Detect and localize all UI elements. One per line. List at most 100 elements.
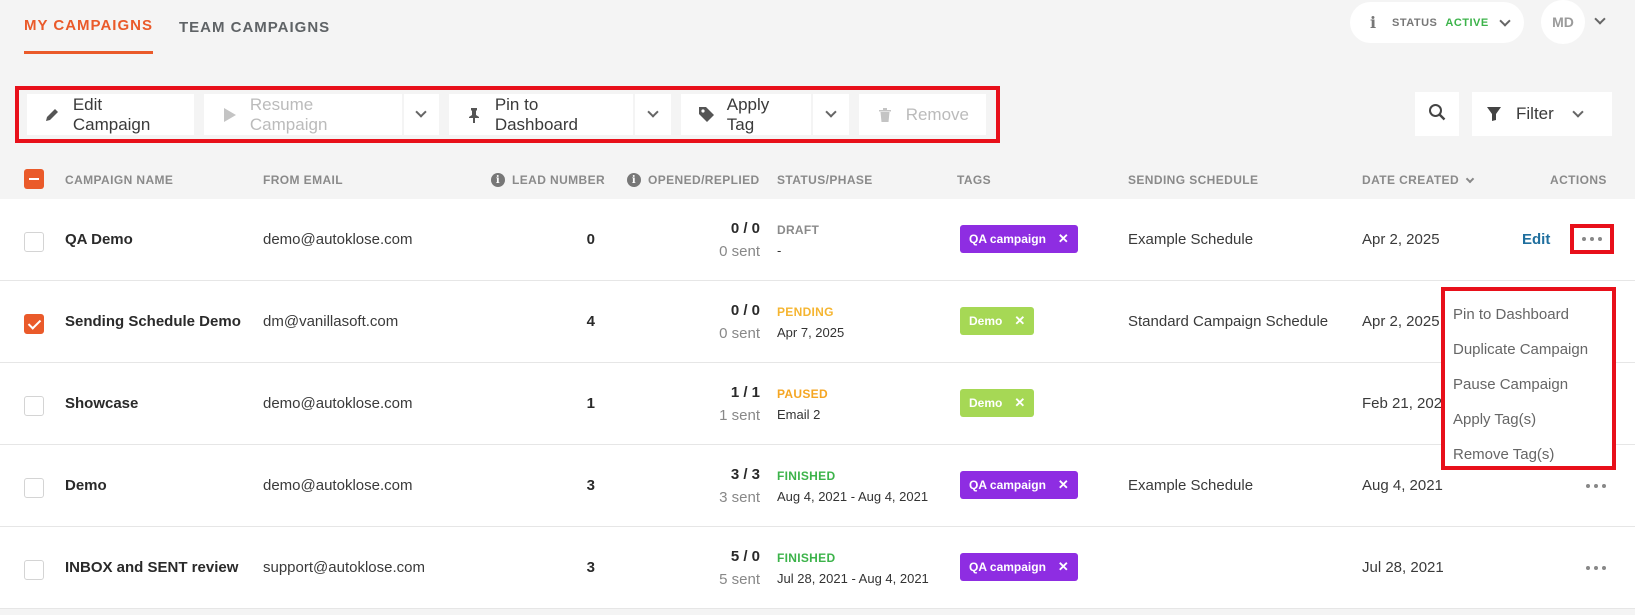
trash-icon bbox=[876, 107, 894, 123]
edit-link[interactable]: Edit bbox=[1522, 231, 1550, 248]
apply-tag-dropdown[interactable] bbox=[813, 94, 849, 135]
close-icon[interactable]: ✕ bbox=[1014, 313, 1025, 329]
campaign-name[interactable]: INBOX and SENT review bbox=[65, 559, 238, 576]
chevron-down-icon bbox=[1499, 14, 1511, 27]
table-row[interactable]: Sending Schedule Demo dm@vanillasoft.com… bbox=[0, 281, 1635, 363]
status-phase-detail: Aug 4, 2021 - Aug 4, 2021 bbox=[777, 489, 929, 504]
menu-item-pin-to-dashboard[interactable]: Pin to Dashboard bbox=[1445, 297, 1612, 332]
pencil-icon bbox=[44, 107, 61, 123]
date-created: Apr 2, 2025 bbox=[1362, 231, 1440, 248]
close-icon[interactable]: ✕ bbox=[1058, 559, 1069, 575]
tag-label: QA campaign bbox=[969, 478, 1046, 492]
chevron-down-icon bbox=[415, 106, 428, 118]
resume-campaign-button[interactable]: Resume Campaign bbox=[204, 94, 402, 135]
date-created: Aug 4, 2021 bbox=[1362, 477, 1443, 494]
lead-number: 4 bbox=[586, 313, 595, 330]
lead-number: 0 bbox=[586, 231, 595, 248]
select-all-checkbox[interactable] bbox=[24, 169, 44, 189]
status-value: ACTIVE bbox=[1445, 16, 1489, 29]
close-icon[interactable]: ✕ bbox=[1058, 231, 1069, 247]
more-actions-button[interactable] bbox=[1579, 558, 1613, 578]
row-checkbox[interactable] bbox=[24, 478, 44, 498]
tag-badge: QA campaign ✕ bbox=[960, 471, 1078, 499]
status-phase-detail: Jul 28, 2021 - Aug 4, 2021 bbox=[777, 571, 929, 586]
tab-my-campaigns[interactable]: MY CAMPAIGNS bbox=[24, 0, 153, 54]
column-lead-number[interactable]: i LEAD NUMBER bbox=[491, 173, 605, 187]
tag-badge: Demo ✕ bbox=[960, 389, 1035, 417]
tag-badge: Demo ✕ bbox=[960, 307, 1035, 335]
close-icon[interactable]: ✕ bbox=[1058, 477, 1069, 493]
tag-label: Demo bbox=[969, 396, 1003, 410]
row-checkbox[interactable] bbox=[24, 314, 44, 334]
column-from-email[interactable]: FROM EMAIL bbox=[263, 173, 343, 187]
tag-label: Demo bbox=[969, 314, 1003, 328]
column-status-phase[interactable]: STATUS/PHASE bbox=[777, 173, 873, 187]
from-email: demo@autoklose.com bbox=[263, 231, 413, 248]
menu-item-remove-tags[interactable]: Remove Tag(s) bbox=[1445, 437, 1612, 472]
user-avatar[interactable]: MD bbox=[1541, 0, 1585, 44]
tab-team-campaigns[interactable]: TEAM CAMPAIGNS bbox=[179, 0, 330, 54]
apply-tag-split: Apply Tag bbox=[680, 94, 849, 135]
menu-item-apply-tags[interactable]: Apply Tag(s) bbox=[1445, 402, 1612, 437]
table-row[interactable]: Showcase demo@autoklose.com 1 1 / 1 1 se… bbox=[0, 363, 1635, 445]
column-campaign-name[interactable]: CAMPAIGN NAME bbox=[65, 173, 173, 187]
info-icon: i bbox=[491, 173, 505, 187]
column-actions: ACTIONS bbox=[1550, 173, 1607, 187]
row-checkbox[interactable] bbox=[24, 232, 44, 252]
from-email: support@autoklose.com bbox=[263, 559, 425, 576]
campaign-name[interactable]: Showcase bbox=[65, 395, 138, 412]
tag-badge: QA campaign ✕ bbox=[960, 225, 1078, 253]
apply-tag-button[interactable]: Apply Tag bbox=[680, 94, 812, 135]
edit-campaign-button[interactable]: Edit Campaign bbox=[27, 94, 195, 135]
opened-replied: 0 / 0 bbox=[730, 220, 760, 237]
column-date-created[interactable]: DATE CREATED bbox=[1362, 173, 1475, 187]
status-dropdown[interactable]: i STATUS ACTIVE bbox=[1350, 2, 1524, 43]
column-sending-schedule[interactable]: SENDING SCHEDULE bbox=[1128, 173, 1258, 187]
column-opened-replied[interactable]: i OPENED/REPLIED bbox=[627, 173, 760, 187]
resume-campaign-label: Resume Campaign bbox=[249, 94, 328, 134]
campaign-name[interactable]: Sending Schedule Demo bbox=[65, 313, 241, 330]
close-icon[interactable]: ✕ bbox=[1014, 395, 1025, 411]
table-header: CAMPAIGN NAME FROM EMAIL i LEAD NUMBER i… bbox=[0, 160, 1635, 200]
row-checkbox[interactable] bbox=[24, 560, 44, 580]
column-opened-replied-label: OPENED/REPLIED bbox=[648, 173, 760, 187]
funnel-icon bbox=[1486, 106, 1502, 122]
date-created: Apr 2, 2025 bbox=[1362, 313, 1440, 330]
status-phase: DRAFT bbox=[777, 223, 820, 237]
more-actions-button[interactable] bbox=[1579, 476, 1613, 496]
status-phase: FINISHED bbox=[777, 551, 836, 565]
lead-number: 1 bbox=[586, 395, 595, 412]
campaign-name[interactable]: Demo bbox=[65, 477, 107, 494]
resume-campaign-dropdown[interactable] bbox=[403, 94, 440, 135]
sending-schedule: Example Schedule bbox=[1128, 477, 1254, 494]
info-icon: i bbox=[627, 173, 641, 187]
play-icon bbox=[221, 107, 238, 123]
column-tags[interactable]: TAGS bbox=[957, 173, 991, 187]
pin-to-dashboard-label: Pin to Dashboard bbox=[494, 94, 578, 134]
filter-button[interactable]: Filter bbox=[1472, 92, 1612, 136]
user-menu-chevron-icon[interactable] bbox=[1594, 13, 1606, 25]
pin-dashboard-split: Pin to Dashboard bbox=[449, 94, 671, 135]
status-phase-detail: Apr 7, 2025 bbox=[777, 325, 845, 340]
from-email: dm@vanillasoft.com bbox=[263, 313, 399, 330]
status-phase: FINISHED bbox=[777, 469, 836, 483]
search-button[interactable] bbox=[1415, 92, 1459, 136]
column-date-created-label: DATE CREATED bbox=[1362, 173, 1460, 187]
pin-dashboard-dropdown[interactable] bbox=[635, 94, 671, 135]
tag-icon bbox=[698, 106, 715, 123]
status-label: STATUS bbox=[1392, 16, 1438, 29]
remove-button[interactable]: Remove bbox=[858, 94, 986, 135]
table-row[interactable]: Demo demo@autoklose.com 3 3 / 3 3 sent F… bbox=[0, 445, 1635, 527]
menu-item-pause-campaign[interactable]: Pause Campaign bbox=[1445, 367, 1612, 402]
row-checkbox[interactable] bbox=[24, 396, 44, 416]
chevron-down-icon bbox=[1572, 105, 1584, 118]
sent-count: 3 sent bbox=[719, 489, 760, 506]
table-row[interactable]: QA Demo demo@autoklose.com 0 0 / 0 0 sen… bbox=[0, 199, 1635, 281]
pin-to-dashboard-button[interactable]: Pin to Dashboard bbox=[449, 94, 634, 135]
table-row[interactable]: INBOX and SENT review support@autoklose.… bbox=[0, 527, 1635, 609]
from-email: demo@autoklose.com bbox=[263, 395, 413, 412]
more-actions-button[interactable] bbox=[1570, 224, 1614, 254]
campaign-name[interactable]: QA Demo bbox=[65, 231, 133, 248]
date-created: Jul 28, 2021 bbox=[1362, 559, 1444, 576]
menu-item-duplicate-campaign[interactable]: Duplicate Campaign bbox=[1445, 332, 1612, 367]
